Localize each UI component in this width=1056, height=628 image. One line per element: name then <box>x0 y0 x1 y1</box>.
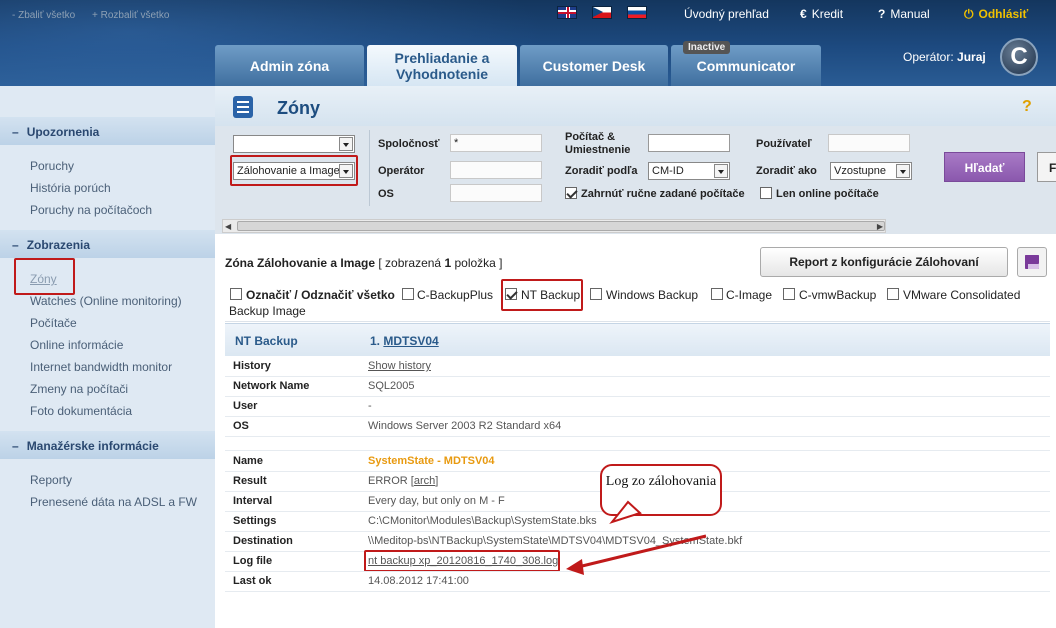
callout-pointer <box>609 500 642 524</box>
annotation-arrows <box>566 500 707 575</box>
arrow-head <box>566 559 584 575</box>
arrow-line <box>577 534 707 569</box>
